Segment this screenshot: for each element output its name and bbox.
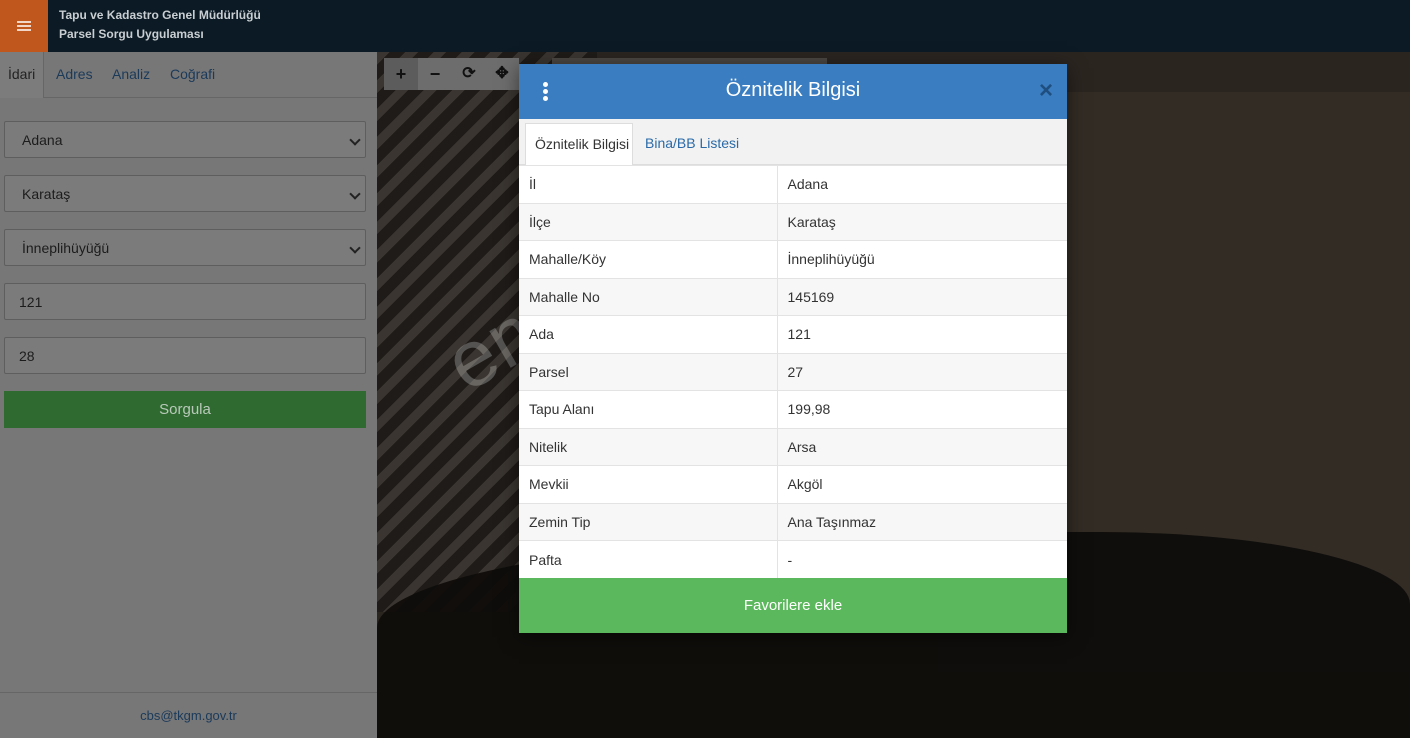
attribute-value: Akgöl [777, 465, 1067, 503]
mahalle-select[interactable]: İnneplihüyüğü [4, 229, 366, 266]
sidebar-footer: cbs@tkgm.gov.tr [0, 692, 377, 738]
table-row: Mevkii Akgöl [519, 465, 1067, 503]
attribute-value: 121 [777, 315, 1067, 353]
attribute-key: İl [519, 165, 778, 203]
contact-email-link[interactable]: cbs@tkgm.gov.tr [140, 708, 237, 723]
zoom-out-icon[interactable]: − [418, 58, 452, 90]
table-row: Pafta - [519, 540, 1067, 578]
zoom-in-icon[interactable]: + [384, 58, 418, 90]
ilce-select-value: Karataş [22, 186, 71, 202]
attribute-value: 199,98 [777, 390, 1067, 428]
tab-bina-bb-listesi[interactable]: Bina/BB Listesi [645, 119, 739, 165]
table-row: Nitelik Arsa [519, 427, 1067, 466]
chevron-down-icon [349, 242, 361, 254]
app-title: Tapu ve Kadastro Genel Müdürlüğü Parsel … [59, 6, 261, 44]
chevron-down-icon [349, 188, 361, 200]
attribute-info-modal: Öznitelik Bilgisi × Öznitelik Bilgisi Bi… [519, 64, 1067, 633]
tab-idari[interactable]: İdari [0, 52, 44, 98]
attribute-value: Ana Taşınmaz [777, 502, 1067, 541]
attribute-table: İl Adana İlçe Karataş Mahalle/Köy İnneplihüyü… [519, 165, 1067, 578]
attribute-key: Zemin Tip [519, 502, 778, 541]
attribute-key: Mevkii [519, 465, 778, 503]
map-toolbar: + − ⟳ ✥ [384, 58, 519, 90]
modal-title: Öznitelik Bilgisi [725, 79, 861, 101]
refresh-icon[interactable]: ⟳ [452, 58, 486, 90]
tab-adres[interactable]: Adres [56, 66, 93, 82]
menu-button[interactable] [0, 0, 48, 52]
tab-oznitelik-bilgisi[interactable]: Öznitelik Bilgisi [525, 123, 633, 166]
sidebar-tabs: İdari Adres Analiz Coğrafi [0, 52, 377, 98]
app-title-line2: Parsel Sorgu Uygulaması [59, 27, 204, 41]
table-row: Parsel 27 [519, 352, 1067, 391]
sidebar: İdari Adres Analiz Coğrafi Adana Karataş… [0, 52, 377, 738]
attribute-value: 27 [777, 352, 1067, 391]
parsel-input-value: 28 [19, 348, 35, 364]
attribute-value: İnneplihüyüğü [777, 240, 1067, 278]
attribute-value: Adana [777, 165, 1067, 203]
attribute-value: - [777, 540, 1067, 578]
close-icon[interactable]: × [1039, 77, 1053, 105]
attribute-key: Tapu Alanı [519, 390, 778, 428]
ilce-select[interactable]: Karataş [4, 175, 366, 212]
table-row: Zemin Tip Ana Taşınmaz [519, 502, 1067, 541]
top-bar: Tapu ve Kadastro Genel Müdürlüğü Parsel … [0, 0, 1410, 52]
table-row: Tapu Alanı 199,98 [519, 390, 1067, 428]
ada-input[interactable]: 121 [4, 283, 366, 320]
parsel-input[interactable]: 28 [4, 337, 366, 374]
attribute-key: Mahalle/Köy [519, 240, 778, 278]
il-select[interactable]: Adana [4, 121, 366, 158]
mahalle-select-value: İnneplihüyüğü [22, 240, 110, 256]
tab-analiz[interactable]: Analiz [112, 66, 150, 82]
chevron-down-icon [349, 134, 361, 146]
favorite-button[interactable]: Favorilere ekle [519, 578, 1067, 633]
table-row: Mahalle No 145169 [519, 277, 1067, 316]
app-title-line1: Tapu ve Kadastro Genel Müdürlüğü [59, 8, 261, 22]
attribute-key: Ada [519, 315, 778, 353]
attribute-key: Mahalle No [519, 277, 778, 316]
attribute-value: Karataş [777, 202, 1067, 241]
table-row: İlçe Karataş [519, 202, 1067, 241]
il-select-value: Adana [22, 132, 63, 148]
attribute-key: Nitelik [519, 427, 778, 466]
sorgula-button[interactable]: Sorgula [4, 391, 366, 428]
table-row: Ada 121 [519, 315, 1067, 353]
table-row: İl Adana [519, 165, 1067, 203]
attribute-value: Arsa [777, 427, 1067, 466]
table-row: Mahalle/Köy İnneplihüyüğü [519, 240, 1067, 278]
attribute-key: Parsel [519, 352, 778, 391]
tab-cografi[interactable]: Coğrafi [170, 66, 215, 82]
attribute-value: 145169 [777, 277, 1067, 316]
attribute-key: İlçe [519, 202, 778, 241]
ada-input-value: 121 [19, 294, 43, 310]
attribute-key: Pafta [519, 540, 778, 578]
modal-tabs: Öznitelik Bilgisi Bina/BB Listesi [519, 119, 1067, 166]
locate-icon[interactable]: ✥ [485, 58, 519, 90]
hamburger-icon [17, 21, 31, 31]
modal-header: Öznitelik Bilgisi × [519, 64, 1067, 119]
